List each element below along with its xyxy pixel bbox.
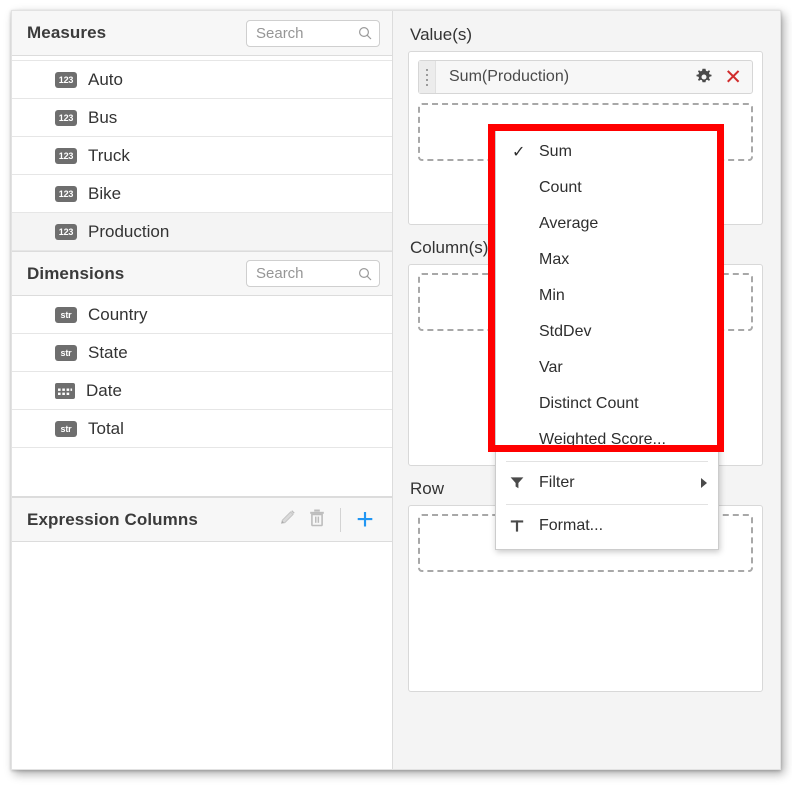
dimension-item-date[interactable]: Date <box>12 372 392 410</box>
measure-label: Auto <box>88 70 123 90</box>
funnel-icon <box>509 475 539 491</box>
menu-item-label: Var <box>539 359 718 377</box>
menu-item-distinct-count[interactable]: Distinct Count <box>496 386 718 422</box>
chevron-right-icon <box>701 478 707 488</box>
menu-item-format[interactable]: Format... <box>496 508 718 544</box>
value-pill-label: Sum(Production) <box>436 68 688 86</box>
pivot-field-configurator: Measures Search 123 Auto 123 Bus 123 Tru… <box>11 10 781 770</box>
number-type-icon: 123 <box>55 224 77 240</box>
menu-item-label: Weighted Score... <box>539 431 718 449</box>
expression-columns-title: Expression Columns <box>27 510 270 530</box>
menu-item-label: Min <box>539 287 718 305</box>
dimension-item-total[interactable]: str Total <box>12 410 392 448</box>
expression-columns-body <box>12 542 392 769</box>
dimensions-search-placeholder: Search <box>256 265 358 282</box>
number-type-icon: 123 <box>55 72 77 88</box>
calendar-icon <box>55 382 75 399</box>
dimension-item-country[interactable]: str Country <box>12 296 392 334</box>
measures-search-input[interactable]: Search <box>246 20 380 47</box>
menu-item-label: Format... <box>539 517 718 535</box>
dimensions-empty-space <box>12 448 392 497</box>
menu-item-label: Sum <box>539 143 718 161</box>
menu-item-filter[interactable]: Filter <box>496 465 718 501</box>
menu-item-label: Average <box>539 215 718 233</box>
dimensions-search-input[interactable]: Search <box>246 260 380 287</box>
menu-item-weighted-score[interactable]: Weighted Score... <box>496 422 718 458</box>
dimensions-header: Dimensions Search <box>12 251 392 296</box>
string-type-icon: str <box>55 345 77 361</box>
menu-item-count[interactable]: Count <box>496 170 718 206</box>
menu-item-label: Max <box>539 251 718 269</box>
dimension-label: Date <box>86 381 122 401</box>
menu-item-label: Filter <box>539 474 701 492</box>
menu-divider <box>506 504 708 505</box>
measure-item-truck[interactable]: 123 Truck <box>12 137 392 175</box>
measure-item-production[interactable]: 123 Production <box>12 213 392 251</box>
drag-handle-icon[interactable] <box>419 61 436 93</box>
measures-header: Measures Search <box>12 11 392 56</box>
values-zone-label: Value(s) <box>410 25 763 45</box>
number-type-icon: 123 <box>55 110 77 126</box>
number-type-icon: 123 <box>55 148 77 164</box>
menu-item-label: Count <box>539 179 718 197</box>
string-type-icon: str <box>55 307 77 323</box>
menu-item-sum[interactable]: ✓ Sum <box>496 134 718 170</box>
gear-icon[interactable] <box>695 68 713 86</box>
measure-label: Truck <box>88 146 130 166</box>
measures-title: Measures <box>27 23 246 43</box>
dimension-label: State <box>88 343 128 363</box>
plus-icon: + <box>356 505 374 535</box>
close-icon[interactable]: ✕ <box>724 67 742 88</box>
number-type-icon: 123 <box>55 186 77 202</box>
add-expression-button[interactable]: + <box>352 507 378 533</box>
aggregation-context-menu: ✓ Sum Count Average Max Min StdDev Var <box>495 129 719 550</box>
measures-list: 123 Auto 123 Bus 123 Truck 123 Bike 123 … <box>12 61 392 251</box>
menu-divider <box>506 461 708 462</box>
measure-label: Production <box>88 222 169 242</box>
menu-item-average[interactable]: Average <box>496 206 718 242</box>
menu-item-min[interactable]: Min <box>496 278 718 314</box>
measure-item-bus[interactable]: 123 Bus <box>12 99 392 137</box>
measure-item-bike[interactable]: 123 Bike <box>12 175 392 213</box>
check-icon: ✓ <box>509 142 539 162</box>
menu-item-var[interactable]: Var <box>496 350 718 386</box>
menu-item-label: StdDev <box>539 323 718 341</box>
delete-expression-button[interactable] <box>304 507 330 533</box>
search-icon <box>358 267 372 281</box>
toolbar-divider <box>340 508 341 532</box>
menu-item-label: Distinct Count <box>539 395 718 413</box>
field-list-panel: Measures Search 123 Auto 123 Bus 123 Tru… <box>12 11 393 769</box>
measure-label: Bus <box>88 108 117 128</box>
measure-label: Bike <box>88 184 121 204</box>
expression-columns-header: Expression Columns <box>12 497 392 542</box>
menu-item-max[interactable]: Max <box>496 242 718 278</box>
string-type-icon: str <box>55 421 77 437</box>
dimensions-title: Dimensions <box>27 264 246 284</box>
dimension-label: Country <box>88 305 148 325</box>
menu-item-stddev[interactable]: StdDev <box>496 314 718 350</box>
dimension-label: Total <box>88 419 124 439</box>
measure-item-auto[interactable]: 123 Auto <box>12 61 392 99</box>
trash-icon <box>308 508 326 532</box>
measures-search-placeholder: Search <box>256 25 358 42</box>
dimension-item-state[interactable]: str State <box>12 334 392 372</box>
value-pill-sum-production[interactable]: Sum(Production) ✕ <box>418 60 753 94</box>
dimensions-list: str Country str State <box>12 296 392 448</box>
edit-expression-button[interactable] <box>274 507 300 533</box>
text-format-icon <box>509 518 539 534</box>
search-icon <box>358 26 372 40</box>
pencil-icon <box>278 508 297 532</box>
